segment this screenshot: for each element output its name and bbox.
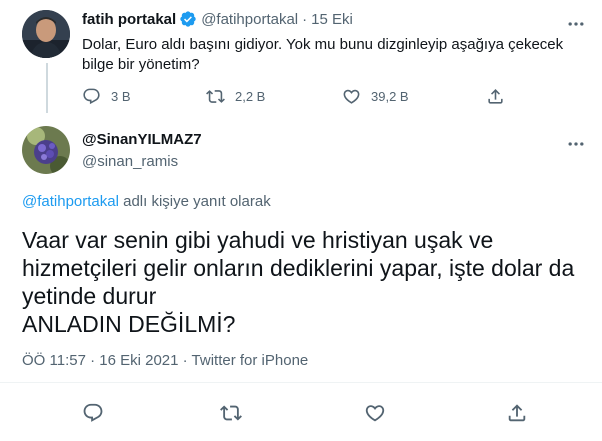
reply-icon [83,88,100,105]
parent-date[interactable]: 15 Eki [311,11,353,28]
main-text-line-3: yetinde durur [22,283,157,309]
parent-reply-count: 3 B [111,89,131,104]
main-display-name[interactable]: @SinanYILMAZ7 [82,131,202,148]
more-icon[interactable] [566,14,586,34]
main-avatar[interactable] [22,126,70,174]
parent-retweet-button[interactable]: 2,2 B [206,87,265,106]
parent-text-line-2: bilge bir yönetim? [82,56,200,73]
parent-share-button[interactable] [486,87,505,106]
main-tweet-text: Vaar var senin gibi yahudi ve hristiyan … [22,226,592,338]
main-reply-button[interactable] [82,402,104,424]
parent-like-count: 39,2 B [371,89,409,104]
retweet-icon [206,90,225,103]
reply-to-suffix: adlı kişiye yanıt olarak [118,193,271,210]
main-more-icon[interactable] [566,134,586,154]
main-like-button[interactable] [364,402,386,424]
reply-context: @fatihportakal adlı kişiye yanıt olarak [22,193,271,210]
share-icon [488,89,503,104]
main-share-button[interactable] [506,402,528,424]
separator-dot: · [302,10,308,28]
main-text-line-2: hizmetçileri gelir onların dediklerini y… [22,255,575,281]
main-timestamp[interactable]: ÖÖ 11:57 · 16 Eki 2021 · Twitter for iPh… [22,352,308,369]
parent-tweet-text: Dolar, Euro aldı başını gidiyor. Yok mu … [82,35,582,75]
thread-connector [46,63,48,113]
parent-display-name[interactable]: fatih portakal [82,11,176,28]
share-icon [508,404,526,422]
main-handle[interactable]: @sinan_ramis [82,153,202,170]
verified-badge-icon [179,10,197,28]
retweet-icon [220,405,242,421]
parent-retweet-count: 2,2 B [235,89,266,104]
like-icon [343,89,360,104]
like-icon [365,405,385,422]
main-retweet-button[interactable] [220,402,242,424]
main-text-line-4: ANLADIN DEĞİLMİ? [22,311,236,337]
parent-avatar[interactable] [22,10,70,58]
reply-to-link[interactable]: @fatihportakal [22,193,119,210]
parent-like-button[interactable]: 39,2 B [342,87,409,106]
parent-text-line-1: Dolar, Euro aldı başını gidiyor. Yok mu … [82,36,564,53]
reply-icon [83,403,103,422]
main-text-line-1: Vaar var senin gibi yahudi ve hristiyan … [22,227,494,253]
parent-handle[interactable]: @fatihportakal [201,11,298,28]
parent-reply-button[interactable]: 3 B [82,87,131,106]
divider [0,382,602,383]
